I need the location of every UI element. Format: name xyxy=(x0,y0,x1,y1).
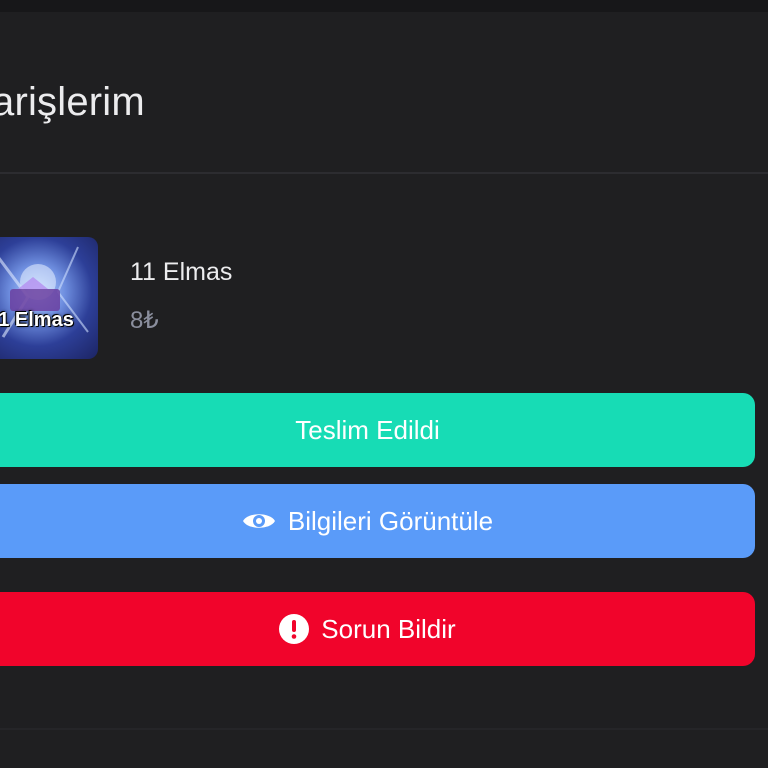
delivered-status-label: Teslim Edildi xyxy=(295,414,440,445)
delivered-status-button[interactable]: Teslim Edildi xyxy=(0,393,755,467)
report-issue-button[interactable]: Sorun Bildir xyxy=(0,592,755,666)
thumbnail-label: 11 Elmas xyxy=(0,309,74,331)
header-divider xyxy=(0,172,768,174)
view-info-button[interactable]: Bilgileri Görüntüle xyxy=(0,484,755,558)
page-title: arişlerim xyxy=(0,80,145,124)
thumbnail-art xyxy=(0,246,89,338)
view-info-label: Bilgileri Görüntüle xyxy=(287,505,494,536)
bottom-divider xyxy=(0,728,768,730)
product-thumbnail: 11 Elmas xyxy=(0,237,98,359)
report-issue-label: Sorun Bildir xyxy=(321,613,456,644)
product-name: 11 Elmas xyxy=(130,258,233,286)
exclamation-circle-icon xyxy=(279,614,310,644)
product-price: 8₺ xyxy=(130,307,159,334)
eye-icon xyxy=(242,509,276,533)
top-strip xyxy=(0,0,768,12)
